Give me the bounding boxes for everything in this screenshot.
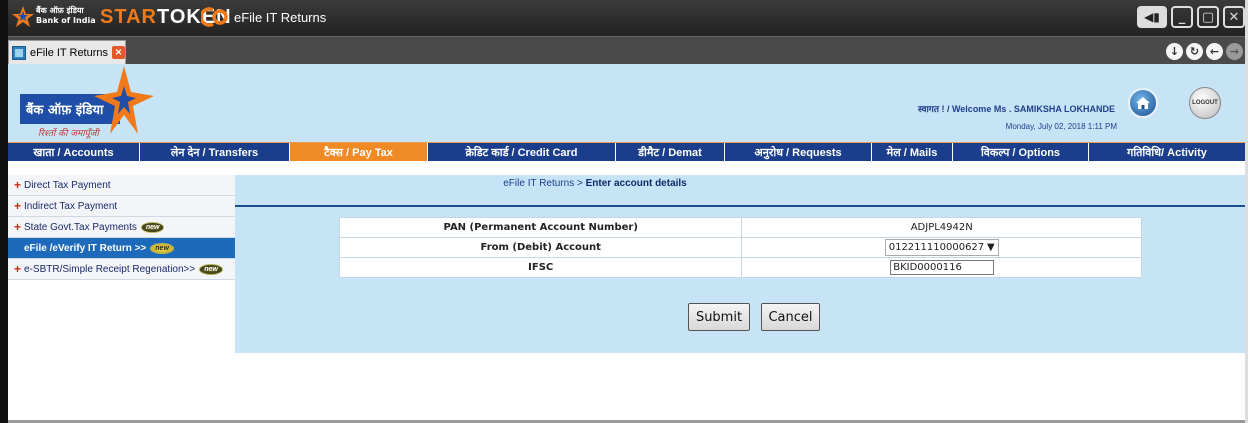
bank-logo-icon — [12, 6, 34, 27]
tab-page-icon — [12, 45, 26, 60]
bank-name-hindi: बैंक ऑफ़ इंडिया — [36, 6, 84, 15]
chevron-down-icon: ▼ — [987, 242, 995, 253]
sidebar: + Direct Tax Payment + Indirect Tax Paym… — [8, 175, 235, 280]
home-button[interactable] — [1128, 88, 1158, 118]
form-row-ifsc: IFSC BKID0000116 — [338, 257, 1142, 278]
sidebar-item-label: State Govt.Tax Payments — [24, 221, 137, 233]
sidebar-item-direct-tax[interactable]: + Direct Tax Payment — [8, 175, 235, 196]
sidebar-item-label: eFile /eVerify IT Return >> — [24, 242, 147, 254]
ifsc-cell: BKID0000116 — [741, 257, 1142, 278]
home-icon — [1136, 97, 1150, 109]
debit-account-label: From (Debit) Account — [338, 237, 743, 258]
window-controls: ◀▮ _ ▢ ✕ — [1137, 6, 1245, 28]
bank-name: बैंक ऑफ़ इंडिया Bank of India — [36, 6, 96, 26]
menu-requests[interactable]: अनुरोध / Requests — [725, 143, 872, 161]
close-icon[interactable]: ✕ — [1223, 6, 1245, 28]
ifsc-label: IFSC — [338, 257, 743, 278]
refresh-icon[interactable]: ↻ — [1186, 43, 1203, 60]
tab-efile-it-returns[interactable]: eFile IT Returns × — [8, 40, 126, 64]
tab-bar: eFile IT Returns × ↓ ↻ ← → — [8, 36, 1245, 64]
main-panel: eFile IT Returns > Enter account details… — [235, 175, 1245, 353]
plus-icon: + — [14, 220, 22, 234]
debit-account-select[interactable]: 012211110000627 ▼ — [884, 239, 999, 256]
brand-star-text: STAR — [100, 6, 157, 28]
window-title: eFile IT Returns — [234, 10, 327, 25]
sidebar-item-label: Indirect Tax Payment — [24, 200, 118, 212]
main-menu: खाता / Accounts लेन देन / Transfers टैक्… — [8, 142, 1245, 161]
bi-switch-icon[interactable]: ◀▮ — [1137, 6, 1167, 28]
bank-name-english: Bank of India — [36, 16, 96, 25]
co-logo-icon — [201, 7, 228, 27]
breadcrumb-parent[interactable]: eFile IT Returns — [503, 178, 574, 189]
sidebar-item-label: Direct Tax Payment — [24, 179, 111, 191]
pan-label: PAN (Permanent Account Number) — [338, 217, 743, 238]
new-badge-icon: new — [150, 242, 174, 254]
menu-accounts[interactable]: खाता / Accounts — [8, 143, 140, 161]
tab-close-icon[interactable]: × — [112, 46, 125, 59]
plus-icon: + — [14, 199, 22, 213]
forward-icon[interactable]: → — [1226, 43, 1243, 60]
title-bar: बैंक ऑफ़ इंडिया Bank of India STARTOKEN … — [8, 0, 1245, 36]
back-icon[interactable]: ← — [1206, 43, 1223, 60]
welcome-text: स्वागत ! / Welcome Ms . SAMIKSHA LOKHAND… — [917, 104, 1115, 114]
maximize-icon[interactable]: ▢ — [1197, 6, 1219, 28]
browser-nav-controls: ↓ ↻ ← → — [1166, 43, 1243, 60]
boi-star-icon — [94, 66, 154, 134]
new-badge-icon: new — [140, 221, 165, 233]
tab-label: eFile IT Returns — [29, 46, 109, 59]
login-datetime: Monday, July 02, 2018 1:11 PM — [1005, 122, 1117, 131]
sidebar-item-label: e-SBTR/Simple Receipt Regenation>> — [24, 263, 196, 275]
debit-account-selected: 012211110000627 — [888, 242, 985, 253]
breadcrumb: eFile IT Returns > Enter account details — [235, 178, 955, 189]
form-row-pan: PAN (Permanent Account Number) ADJPL4942… — [338, 217, 1142, 238]
plus-icon: + — [14, 178, 22, 192]
cancel-button[interactable]: Cancel — [761, 303, 820, 331]
download-icon[interactable]: ↓ — [1166, 43, 1183, 60]
boi-tagline: रिश्तों की जमापूँजी — [38, 129, 99, 139]
boi-logo[interactable]: बैंक ऑफ़ इंडिया रिश्तों की जमापूँजी — [16, 66, 156, 140]
sidebar-item-e-sbtr[interactable]: + e-SBTR/Simple Receipt Regenation>> new — [8, 259, 235, 280]
menu-credit-card[interactable]: क्रेडिट कार्ड / Credit Card — [428, 143, 616, 161]
account-details-form: PAN (Permanent Account Number) ADJPL4942… — [338, 217, 1142, 278]
sidebar-item-indirect-tax[interactable]: + Indirect Tax Payment — [8, 196, 235, 217]
menu-pay-tax[interactable]: टैक्स / Pay Tax — [290, 143, 428, 161]
minimize-icon[interactable]: _ — [1171, 6, 1193, 28]
plus-icon: + — [14, 262, 22, 276]
submit-button[interactable]: Submit — [688, 303, 750, 331]
new-badge-icon: new — [199, 263, 223, 275]
menu-demat[interactable]: डीमैट / Demat — [616, 143, 725, 161]
page-header: बैंक ऑफ़ इंडिया रिश्तों की जमापूँजी स्वा… — [8, 64, 1245, 142]
app-window: बैंक ऑफ़ इंडिया Bank of India STARTOKEN … — [0, 0, 1248, 423]
pan-value: ADJPL4942N — [741, 217, 1142, 238]
menu-mails[interactable]: मेल / Mails — [872, 143, 953, 161]
menu-options[interactable]: विकल्प / Options — [953, 143, 1089, 161]
menu-transfers[interactable]: लेन देन / Transfers — [140, 143, 290, 161]
panel-divider — [235, 205, 1245, 207]
sidebar-item-efile-it-return[interactable]: eFile /eVerify IT Return >> new — [8, 238, 235, 259]
menu-activity[interactable]: गतिविधि/ Activity — [1089, 143, 1245, 161]
debit-account-cell: 012211110000627 ▼ — [741, 237, 1142, 258]
breadcrumb-current: Enter account details — [585, 178, 687, 189]
logout-button[interactable]: LOGOUT — [1189, 87, 1221, 119]
form-row-debit-account: From (Debit) Account 012211110000627 ▼ — [338, 237, 1142, 258]
ifsc-input[interactable]: BKID0000116 — [890, 260, 995, 275]
breadcrumb-separator: > — [574, 178, 586, 189]
sidebar-item-state-govt-tax[interactable]: + State Govt.Tax Payments new — [8, 217, 235, 238]
